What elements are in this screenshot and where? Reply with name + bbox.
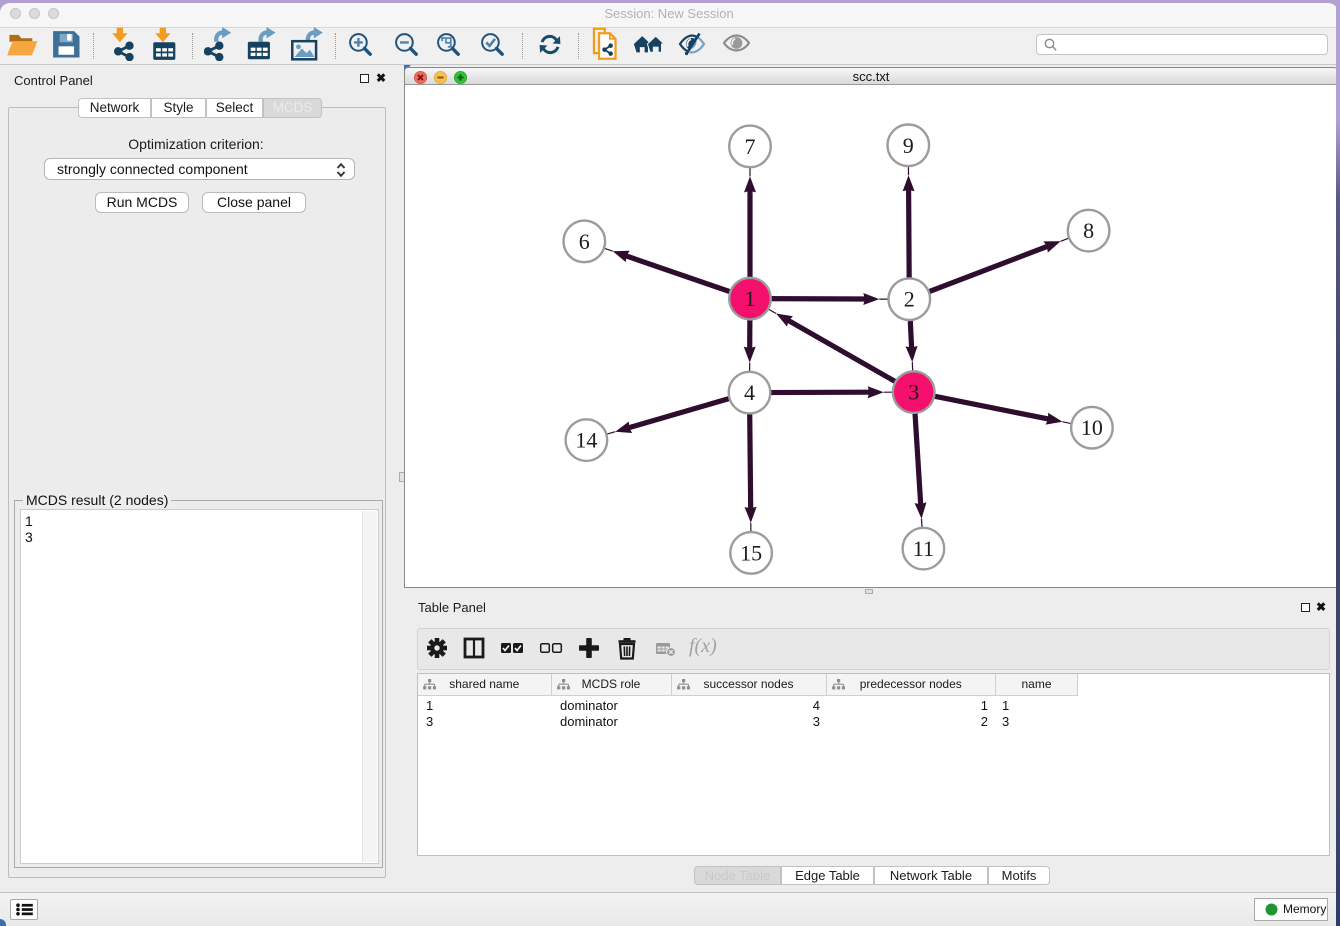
svg-text:2: 2: [904, 287, 915, 312]
svg-text:9: 9: [903, 133, 914, 158]
svg-text:10: 10: [1081, 415, 1103, 440]
svg-text:1: 1: [745, 286, 756, 311]
svg-text:15: 15: [740, 540, 762, 565]
svg-text:8: 8: [1083, 218, 1094, 243]
svg-text:11: 11: [913, 536, 934, 561]
svg-text:3: 3: [908, 380, 919, 405]
svg-text:14: 14: [575, 428, 597, 453]
svg-text:4: 4: [744, 380, 755, 405]
svg-text:7: 7: [745, 134, 756, 159]
svg-text:6: 6: [579, 229, 590, 254]
